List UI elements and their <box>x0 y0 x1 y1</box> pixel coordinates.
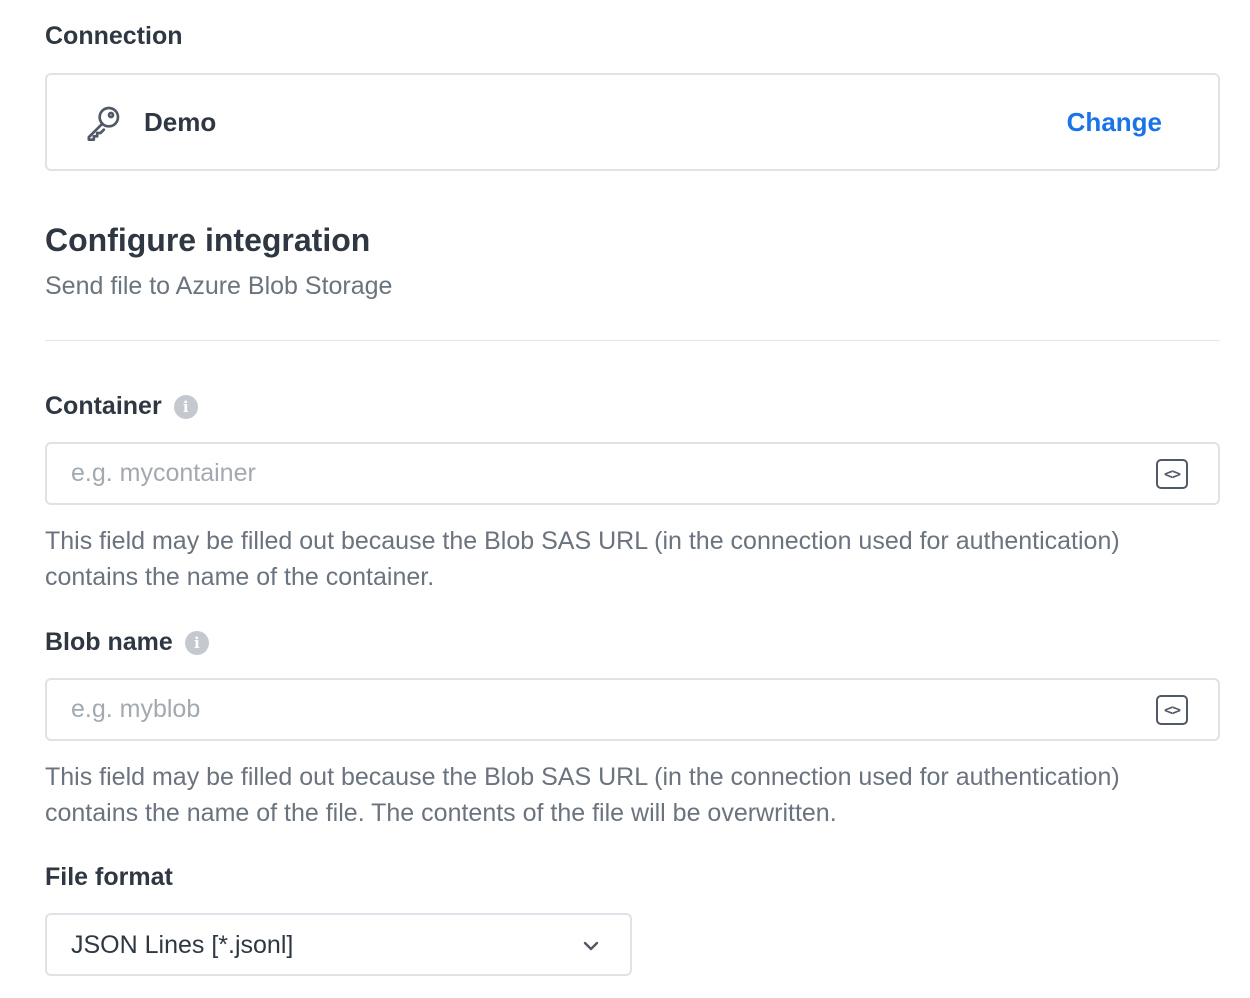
info-icon[interactable]: i <box>185 631 209 655</box>
section-subtitle: Send file to Azure Blob Storage <box>45 272 392 301</box>
container-input[interactable] <box>71 444 1131 503</box>
container-field: <> <box>45 442 1220 505</box>
connection-card: Demo Change <box>45 73 1220 171</box>
blob-name-input[interactable] <box>71 680 1131 739</box>
container-label-row: Container i <box>45 392 198 421</box>
file-format-selected-value: JSON Lines [*.jsonl] <box>71 931 293 960</box>
file-format-label: File format <box>45 863 173 892</box>
change-connection-link[interactable]: Change <box>1067 107 1162 138</box>
info-icon[interactable]: i <box>174 395 198 419</box>
blob-name-label: Blob name <box>45 628 173 657</box>
code-toggle-icon[interactable]: <> <box>1156 459 1188 489</box>
blob-name-label-row: Blob name i <box>45 628 209 657</box>
chevron-down-icon <box>582 937 600 955</box>
connection-name: Demo <box>144 107 216 138</box>
divider <box>45 340 1220 341</box>
section-title: Configure integration <box>45 222 370 259</box>
code-toggle-icon[interactable]: <> <box>1156 695 1188 725</box>
container-label: Container <box>45 392 162 421</box>
file-format-select[interactable]: JSON Lines [*.jsonl] <box>45 913 632 976</box>
connection-label: Connection <box>45 22 183 51</box>
blob-name-field: <> <box>45 678 1220 741</box>
container-help-text: This field may be filled out because the… <box>45 523 1195 595</box>
key-icon <box>83 103 123 143</box>
integration-config-form: Connection Demo Change Configure integra… <box>0 0 1250 998</box>
blob-name-help-text: This field may be filled out because the… <box>45 759 1195 831</box>
